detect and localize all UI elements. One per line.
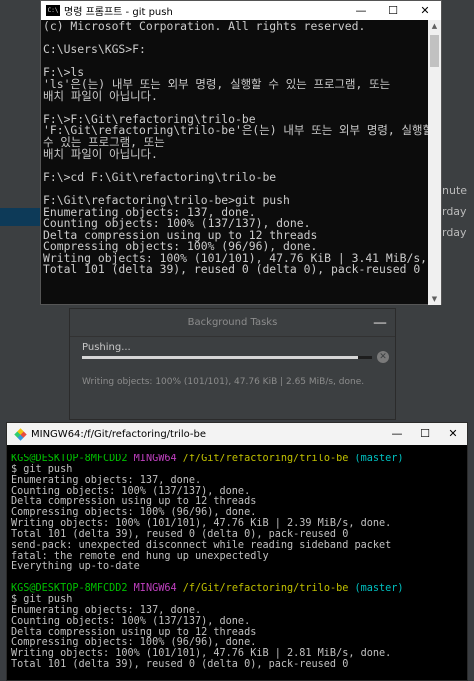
mingw-line-segment: MINGW64 — [133, 454, 183, 464]
cmd-app-icon: C:\ — [46, 5, 60, 16]
mingw-line-segment: send-pack: unexpected disconnect while r… — [11, 539, 392, 551]
mingw-output-line: KGS@DESKTOP-8MFCDD2 MINGW64 /f/Git/refac… — [11, 454, 467, 465]
mingw-line-segment: KGS@DESKTOP-8MFCDD2 — [11, 454, 134, 464]
cmd-output-line: Total 101 (delta 39), reused 0 (delta 0)… — [43, 262, 421, 277]
mingw-line-segment: Total 101 (delta 39), reused 0 (delta 0)… — [11, 659, 349, 671]
cmd-minimize-button[interactable]: — — [345, 1, 377, 20]
cmd-window-controls: — ☐ ✕ — [345, 1, 441, 20]
mingw-maximize-button[interactable]: ☐ — [411, 423, 439, 445]
scroll-down-icon[interactable]: ▼ — [428, 293, 441, 305]
cmd-scrollbar[interactable]: ▲ ▼ — [428, 20, 441, 305]
task-label: Pushing... — [82, 342, 131, 353]
progress-fill — [82, 356, 358, 359]
command-prompt-window[interactable]: C:\ 명령 프롬프트 - git push — ☐ ✕ (c) Microso… — [40, 0, 442, 305]
background-tasks-dialog: Background Tasks — Pushing... ✕ Writing … — [69, 308, 396, 420]
mingw-line-segment: fatal: the remote end hung up unexpected… — [11, 550, 269, 562]
cmd-output-line: (c) Microsoft Corporation. All rights re… — [43, 20, 366, 33]
task-detail: Writing objects: 100% (101/101), 47.76 K… — [82, 377, 365, 387]
cmd-titlebar[interactable]: C:\ 명령 프롬프트 - git push — ☐ ✕ — [41, 1, 441, 20]
mingw-window-controls: — ☐ ✕ — [383, 423, 467, 445]
mingw-line-segment: Enumerating objects: 137, done. — [11, 474, 202, 486]
cancel-task-button[interactable]: ✕ — [377, 351, 389, 363]
mingw-window-title: MINGW64:/f/Git/refactoring/trilo-be — [31, 428, 207, 440]
mingw-line-segment: Compressing objects: 100% (96/96), done. — [11, 507, 257, 519]
cmd-window-title: 명령 프롬프트 - git push — [64, 7, 173, 18]
ide-side-text-2: rday — [442, 205, 467, 218]
mingw-line-segment: Counting objects: 100% (137/137), done. — [11, 485, 251, 497]
mingw-line-segment: $ git push — [11, 593, 73, 605]
mingw-line-segment: (master) — [354, 454, 404, 464]
mingw-line-segment: /f/Git/refactoring/trilo-be — [182, 583, 355, 595]
mingw-close-button[interactable]: ✕ — [439, 423, 467, 445]
mingw-line-segment: KGS@DESKTOP-8MFCDD2 — [11, 583, 134, 595]
ide-selected-row — [0, 208, 40, 226]
background-tasks-header: Background Tasks — — [70, 309, 395, 337]
mingw-output-line — [11, 671, 467, 681]
mingw-minimize-button[interactable]: — — [383, 423, 411, 445]
cmd-output-line: C:\Users\KGS>F: — [43, 42, 146, 57]
minimize-button[interactable]: — — [373, 315, 387, 331]
background-tasks-title: Background Tasks — [187, 317, 278, 328]
mingw-line-segment: Compressing objects: 100% (96/96), done. — [11, 637, 257, 649]
mingw-terminal-window[interactable]: MINGW64:/f/Git/refactoring/trilo-be — ☐ … — [6, 422, 468, 681]
scroll-up-icon[interactable]: ▲ — [428, 20, 441, 32]
mingw-line-segment: $ git push — [11, 463, 73, 475]
cmd-maximize-button[interactable]: ☐ — [377, 1, 409, 20]
mingw-line-segment: Everything up-to-date — [11, 561, 140, 573]
mingw-lines: KGS@DESKTOP-8MFCDD2 MINGW64 /f/Git/refac… — [11, 454, 467, 681]
mingw-line-segment: Delta compression using up to 12 threads — [11, 496, 257, 508]
mingw-output-line: Everything up-to-date — [11, 562, 467, 573]
mingw-line-segment: Total 101 (delta 39), reused 0 (delta 0)… — [11, 528, 349, 540]
mingw-line-segment: (master) — [354, 583, 404, 595]
cmd-output-line — [43, 56, 427, 68]
ide-side-text-1: nute — [442, 184, 468, 197]
mingw-output-line: KGS@DESKTOP-8MFCDD2 MINGW64 /f/Git/refac… — [11, 583, 467, 595]
progress-bar — [82, 356, 372, 359]
mingw-console-output[interactable]: KGS@DESKTOP-8MFCDD2 MINGW64 /f/Git/refac… — [11, 454, 467, 681]
mingw-titlebar[interactable]: MINGW64:/f/Git/refactoring/trilo-be — ☐ … — [7, 423, 467, 445]
cmd-close-button[interactable]: ✕ — [409, 1, 441, 20]
mingw-output-line: Total 101 (delta 39), reused 0 (delta 0)… — [11, 659, 467, 671]
cmd-lines: (c) Microsoft Corporation. All rights re… — [43, 20, 429, 277]
mingw-line-segment: /f/Git/refactoring/trilo-be — [182, 454, 355, 464]
cmd-scroll-thumb[interactable] — [430, 35, 439, 67]
git-bash-icon — [14, 427, 27, 441]
cmd-output-line: 배치 파일이 아닙니다. — [43, 146, 158, 161]
mingw-line-segment: MINGW64 — [133, 583, 183, 595]
cmd-output-line: 배치 파일이 아닙니다. — [43, 88, 158, 103]
mingw-line-segment: Writing objects: 100% (101/101), 47.76 K… — [11, 518, 392, 530]
cmd-output-line: F:\>cd F:\Git\refactoring\trilo-be — [43, 169, 277, 184]
cmd-console-output[interactable]: (c) Microsoft Corporation. All rights re… — [41, 20, 429, 305]
mingw-line-segment: Enumerating objects: 137, done. — [11, 604, 202, 616]
ide-side-text-3: rday — [442, 226, 467, 239]
ide-side-panel: nute rday rday — [442, 180, 474, 243]
mingw-line-segment: Writing objects: 100% (101/101), 47.76 K… — [11, 648, 392, 660]
mingw-line-segment: Counting objects: 100% (137/137), done. — [11, 615, 251, 627]
mingw-line-segment: Delta compression using up to 12 threads — [11, 626, 257, 638]
